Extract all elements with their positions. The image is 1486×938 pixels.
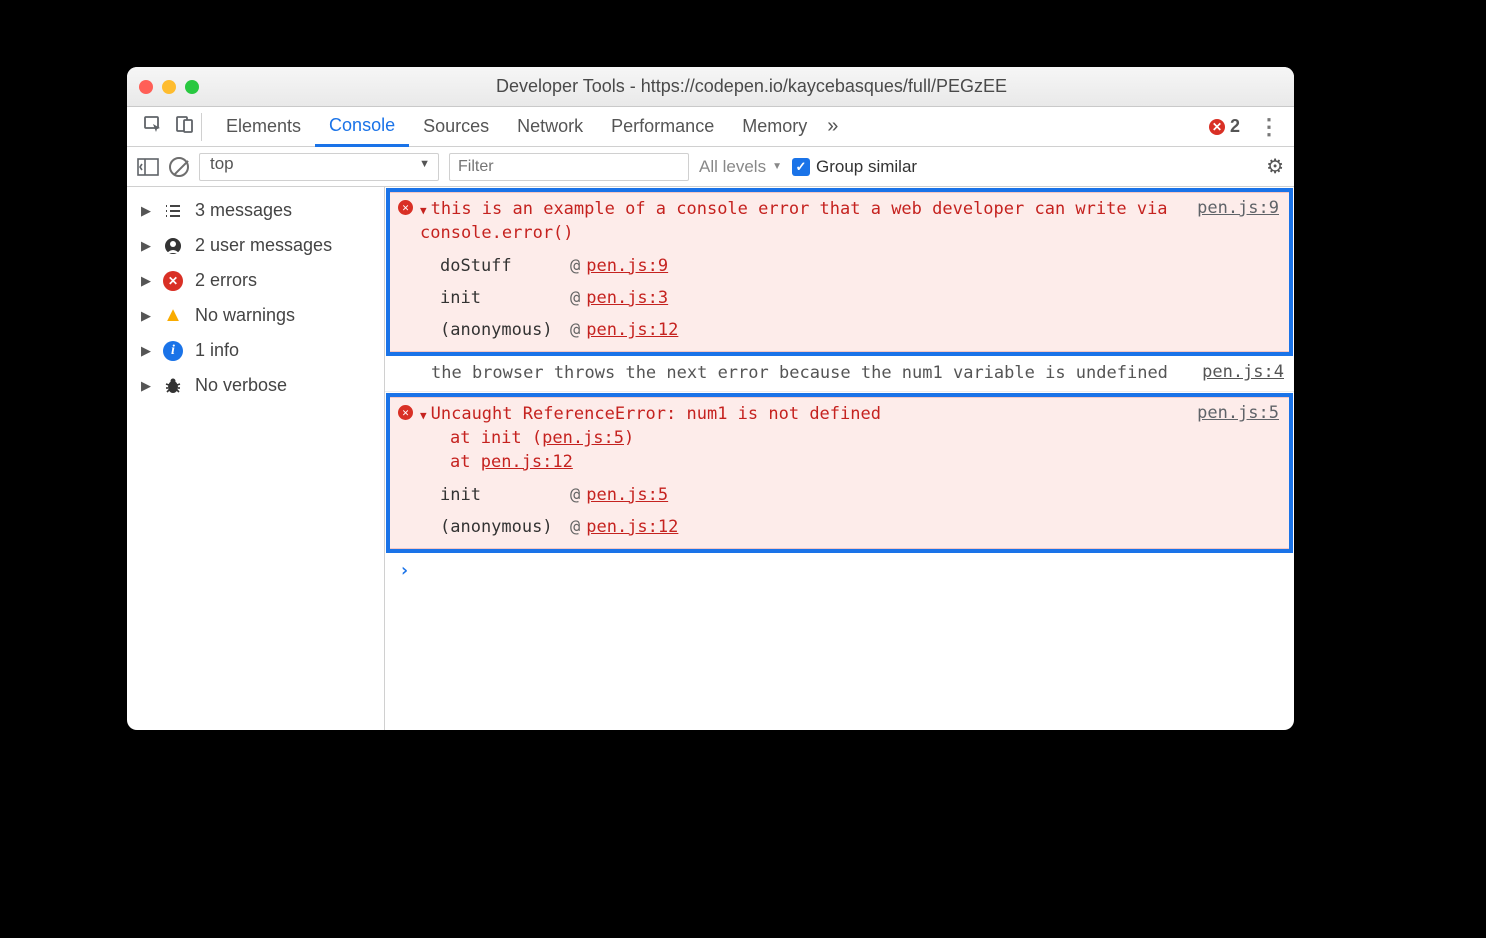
warning-icon: ▲ — [163, 306, 183, 326]
message-text: this is an example of a console error th… — [420, 199, 1168, 243]
stack-frame: init@pen.js:5 — [440, 479, 1279, 511]
console-error-message[interactable]: ✕ ▼ Uncaught ReferenceError: num1 is not … — [390, 397, 1289, 549]
minimize-window-button[interactable] — [162, 80, 176, 94]
message-text: Uncaught ReferenceError: num1 is not def… — [431, 404, 881, 424]
clear-console-button[interactable] — [169, 157, 189, 177]
info-icon: i — [163, 341, 183, 361]
tab-sources[interactable]: Sources — [409, 107, 503, 146]
sidebar-item-label: 2 user messages — [195, 235, 332, 256]
sidebar-item-warnings[interactable]: ▶ ▲ No warnings — [127, 298, 384, 333]
stack-frame: doStuff@pen.js:9 — [440, 250, 1279, 282]
tab-memory[interactable]: Memory — [728, 107, 821, 146]
source-link[interactable]: pen.js:4 — [1202, 362, 1284, 386]
console-error-message[interactable]: ✕ ▼this is an example of a console error… — [390, 192, 1289, 352]
levels-dropdown[interactable]: All levels — [699, 157, 782, 177]
device-toolbar-icon[interactable] — [175, 114, 195, 139]
settings-gear-icon[interactable]: ⚙ — [1266, 154, 1284, 179]
sidebar-item-label: No warnings — [195, 305, 295, 326]
sidebar-toggle-icon[interactable] — [137, 158, 159, 176]
collapse-icon[interactable]: ▼ — [420, 204, 427, 217]
context-selector[interactable]: top — [199, 153, 439, 181]
console-log-message[interactable]: the browser throws the next error becaus… — [385, 357, 1294, 392]
sidebar-item-label: 2 errors — [195, 270, 257, 291]
error-icon: ✕ — [163, 271, 183, 291]
console-toolbar: top All levels ✓ Group similar ⚙ — [127, 147, 1294, 187]
console-sidebar: ▶3 messages ▶2 user messages ▶✕2 errors … — [127, 187, 385, 730]
error-icon: ✕ — [1209, 119, 1225, 135]
context-value: top — [210, 154, 234, 173]
expand-icon: ▶ — [141, 203, 151, 219]
more-tabs-button[interactable]: » — [827, 115, 838, 138]
tab-console[interactable]: Console — [315, 108, 409, 147]
expand-icon: ▶ — [141, 378, 151, 394]
expand-icon: ▶ — [141, 308, 151, 324]
sidebar-item-label: No verbose — [195, 375, 287, 396]
filter-input[interactable] — [449, 153, 689, 181]
stack-trace: doStuff@pen.js:9 init@pen.js:3 (anonymou… — [440, 250, 1279, 347]
source-link[interactable]: pen.js:5 — [586, 479, 668, 511]
sidebar-item-messages[interactable]: ▶ 3 messages — [127, 193, 384, 228]
source-link[interactable]: pen.js:5 — [1197, 403, 1279, 474]
stack-frame: init@pen.js:3 — [440, 282, 1279, 314]
menu-button[interactable]: ⋮ — [1254, 114, 1284, 140]
error-count-badge[interactable]: ✕ 2 — [1209, 116, 1240, 137]
source-link[interactable]: pen.js:9 — [1197, 198, 1279, 246]
stack-frame: (anonymous)@pen.js:12 — [440, 314, 1279, 346]
tab-elements[interactable]: Elements — [212, 107, 315, 146]
tab-network[interactable]: Network — [503, 107, 597, 146]
traffic-lights — [139, 80, 199, 94]
devtools-window: Developer Tools - https://codepen.io/kay… — [127, 67, 1294, 730]
close-window-button[interactable] — [139, 80, 153, 94]
stack-trace: init@pen.js:5 (anonymous)@pen.js:12 — [440, 479, 1279, 544]
group-similar-toggle[interactable]: ✓ Group similar — [792, 157, 917, 177]
highlight-box: ✕ ▼ Uncaught ReferenceError: num1 is not … — [386, 393, 1293, 553]
expand-icon: ▶ — [141, 343, 151, 359]
inspect-element-icon[interactable] — [143, 114, 163, 139]
highlight-box: ✕ ▼this is an example of a console error… — [386, 188, 1293, 356]
source-link[interactable]: pen.js:12 — [586, 511, 678, 543]
console-prompt[interactable]: › — [385, 554, 1294, 587]
source-link[interactable]: pen.js:3 — [586, 282, 668, 314]
group-similar-label: Group similar — [816, 157, 917, 177]
source-link[interactable]: pen.js:12 — [586, 314, 678, 346]
sidebar-item-errors[interactable]: ▶ ✕ 2 errors — [127, 263, 384, 298]
expand-icon: ▶ — [141, 238, 151, 254]
source-link[interactable]: pen.js:12 — [481, 452, 573, 472]
content-area: ▶3 messages ▶2 user messages ▶✕2 errors … — [127, 187, 1294, 730]
stack-frame: (anonymous)@pen.js:12 — [440, 511, 1279, 543]
checkbox-checked-icon: ✓ — [792, 158, 810, 176]
sidebar-item-user-messages[interactable]: ▶ 2 user messages — [127, 228, 384, 263]
tab-performance[interactable]: Performance — [597, 107, 728, 146]
source-link[interactable]: pen.js:5 — [542, 428, 624, 448]
tab-strip: Elements Console Sources Network Perform… — [127, 107, 1294, 147]
console-output[interactable]: ✕ ▼this is an example of a console error… — [385, 187, 1294, 730]
message-text: the browser throws the next error becaus… — [431, 362, 1190, 386]
titlebar: Developer Tools - https://codepen.io/kay… — [127, 67, 1294, 107]
expand-icon: ▶ — [141, 273, 151, 289]
sidebar-item-label: 1 info — [195, 340, 239, 361]
error-icon: ✕ — [398, 200, 413, 215]
window-title: Developer Tools - https://codepen.io/kay… — [221, 76, 1282, 97]
collapse-icon[interactable]: ▼ — [420, 409, 427, 422]
error-icon: ✕ — [398, 405, 413, 420]
sidebar-item-verbose[interactable]: ▶ No verbose — [127, 368, 384, 403]
sidebar-item-label: 3 messages — [195, 200, 292, 221]
error-count: 2 — [1230, 116, 1240, 137]
zoom-window-button[interactable] — [185, 80, 199, 94]
sidebar-item-info[interactable]: ▶ i 1 info — [127, 333, 384, 368]
source-link[interactable]: pen.js:9 — [586, 250, 668, 282]
